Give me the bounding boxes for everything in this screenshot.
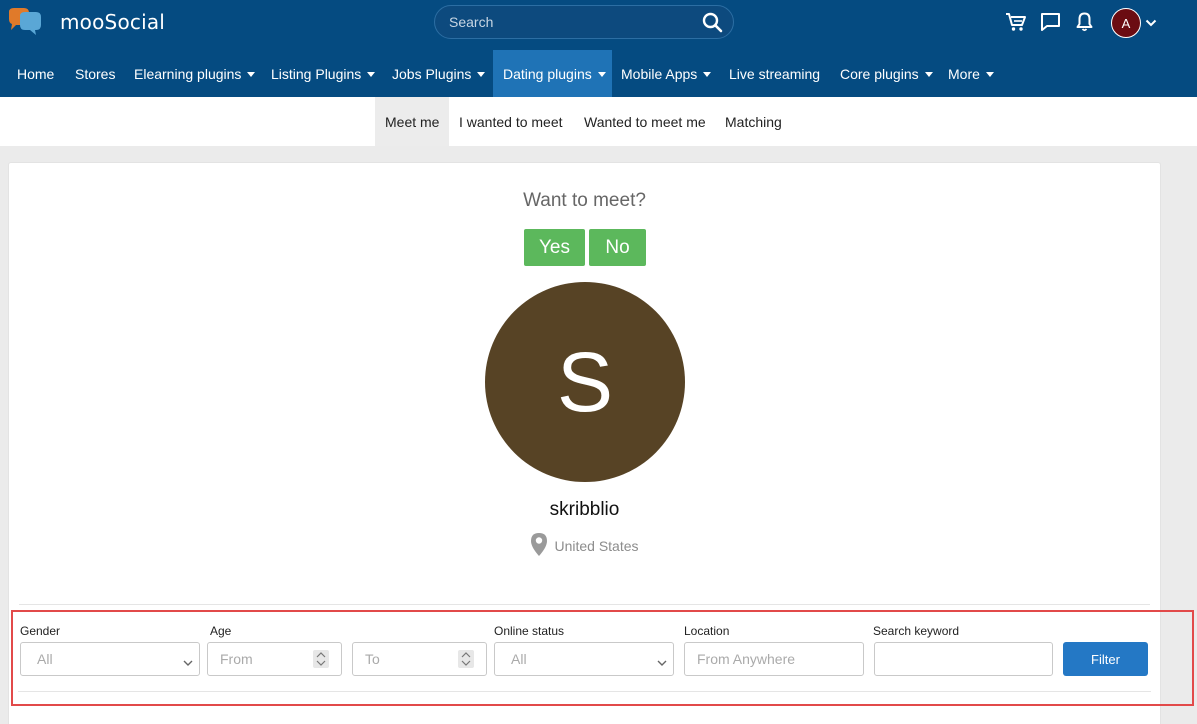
location-text: United States: [554, 538, 639, 554]
profile-username[interactable]: skribblio: [9, 499, 1160, 521]
search-icon[interactable]: [702, 12, 723, 38]
tab-label: Meet me: [385, 113, 440, 130]
caret-down-icon: [367, 72, 376, 77]
number-stepper-icon[interactable]: [313, 650, 329, 668]
divider: [19, 604, 1150, 605]
caret-down-icon: [247, 72, 256, 77]
main-nav: Home Stores Elearning plugins Listing Pl…: [0, 50, 1197, 97]
nav-item-listing-plugins[interactable]: Listing Plugins: [262, 50, 384, 97]
caret-down-icon: [477, 72, 486, 77]
gender-value: All: [37, 651, 53, 667]
cart-icon[interactable]: [1005, 12, 1027, 37]
gender-label: Gender: [20, 624, 61, 638]
nav-item-label: Elearning plugins: [134, 65, 242, 82]
top-header: mooSocial A: [0, 0, 1197, 50]
chevron-down-icon: [657, 654, 667, 670]
caret-down-icon: [703, 72, 712, 77]
chevron-down-icon[interactable]: [1145, 15, 1157, 33]
filter-button[interactable]: Filter: [1063, 642, 1148, 676]
avatar-letter: S: [556, 334, 614, 429]
tab-i-wanted-to-meet[interactable]: I wanted to meet: [449, 97, 573, 146]
tab-label: I wanted to meet: [459, 113, 563, 130]
nav-item-mobile-apps[interactable]: Mobile Apps: [612, 50, 720, 97]
nav-item-home[interactable]: Home: [8, 50, 63, 97]
nav-item-label: Live streaming: [729, 65, 821, 82]
nav-item-stores[interactable]: Stores: [66, 50, 124, 97]
age-from-input[interactable]: From: [207, 642, 342, 676]
age-to-input[interactable]: To: [352, 642, 487, 676]
nav-item-label: Stores: [75, 65, 116, 82]
search-input[interactable]: [449, 6, 689, 38]
tab-meet-me[interactable]: Meet me: [375, 97, 449, 146]
logo-text: mooSocial: [60, 10, 166, 34]
dating-subnav: Meet me I wanted to meet Wanted to meet …: [0, 97, 1197, 146]
user-initial: A: [1121, 15, 1131, 31]
caret-down-icon: [985, 72, 994, 77]
gender-select[interactable]: All: [20, 642, 200, 676]
number-stepper-icon[interactable]: [458, 650, 474, 668]
user-avatar[interactable]: A: [1111, 8, 1141, 38]
search-keyword-label: Search keyword: [873, 624, 960, 638]
location-label: Location: [684, 624, 730, 638]
map-pin-icon: [530, 532, 554, 560]
nav-item-label: Mobile Apps: [621, 65, 698, 82]
search-bar: [434, 5, 734, 39]
online-status-label: Online status: [494, 624, 565, 638]
nav-item-dating-plugins[interactable]: Dating plugins: [493, 50, 612, 97]
chevron-down-icon: [183, 654, 193, 670]
chat-icon[interactable]: [1040, 12, 1061, 37]
nav-item-more[interactable]: More: [939, 50, 1003, 97]
caret-down-icon: [597, 72, 606, 77]
location-input[interactable]: From Anywhere: [684, 642, 864, 676]
nav-item-label: Core plugins: [840, 65, 919, 82]
profile-avatar[interactable]: S: [485, 282, 685, 482]
nav-item-label: More: [948, 65, 980, 82]
age-label: Age: [210, 624, 232, 638]
search-keyword-input[interactable]: [874, 642, 1053, 676]
divider: [18, 691, 1151, 692]
profile-location: United States: [9, 532, 1160, 560]
online-status-select[interactable]: All: [494, 642, 674, 676]
tab-label: Wanted to meet me: [584, 113, 706, 130]
location-placeholder: From Anywhere: [697, 651, 796, 667]
tab-wanted-to-meet-me[interactable]: Wanted to meet me: [574, 97, 716, 146]
bell-icon[interactable]: [1076, 12, 1093, 37]
yes-button[interactable]: Yes: [524, 229, 585, 266]
caret-down-icon: [924, 72, 933, 77]
nav-item-jobs-plugins[interactable]: Jobs Plugins: [383, 50, 494, 97]
username-text: skribblio: [549, 499, 620, 520]
nav-item-core-plugins[interactable]: Core plugins: [831, 50, 942, 97]
tab-matching[interactable]: Matching: [715, 97, 792, 146]
nav-item-label: Dating plugins: [503, 65, 592, 82]
nav-item-elearning-plugins[interactable]: Elearning plugins: [125, 50, 264, 97]
online-status-value: All: [511, 651, 527, 667]
age-to-placeholder: To: [365, 651, 380, 667]
nav-item-label: Jobs Plugins: [392, 65, 472, 82]
logo[interactable]: mooSocial: [6, 7, 165, 37]
nav-item-label: Listing Plugins: [271, 65, 362, 82]
filter-button-label: Filter: [1091, 651, 1120, 667]
tab-label: Matching: [725, 113, 782, 130]
age-from-placeholder: From: [220, 651, 253, 667]
meet-question: Want to meet?: [523, 190, 646, 211]
no-button[interactable]: No: [589, 229, 646, 266]
nav-item-live-streaming[interactable]: Live streaming: [720, 50, 829, 97]
nav-item-label: Home: [17, 65, 55, 82]
moosocial-logo-icon: [6, 7, 44, 37]
